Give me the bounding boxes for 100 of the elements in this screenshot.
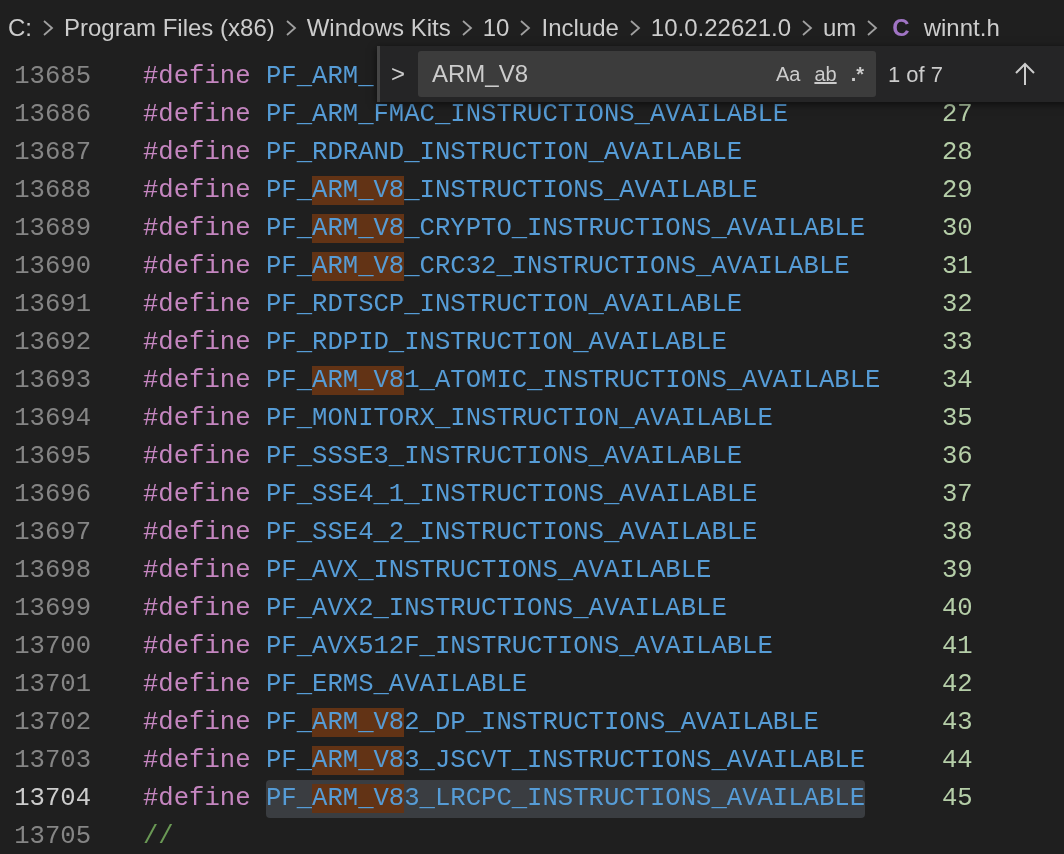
line-number: 13700 [13, 630, 91, 663]
code-keyword: #define [143, 288, 252, 321]
macro-name: PF_ARM_V8_INSTRUCTIONS_AVAILABLE [266, 174, 758, 207]
macro-name: PF_ARM_V81_ATOMIC_INSTRUCTIONS_AVAILABLE [266, 364, 881, 397]
breadcrumb-item[interactable]: Windows Kits [306, 10, 451, 46]
breadcrumb-item[interactable]: 10.0.22621.0 [650, 10, 791, 46]
search-text: ARM_V8 [432, 59, 530, 89]
code-keyword: #define [143, 250, 252, 283]
macro-value: 41 [942, 630, 973, 663]
macro-value: 28 [942, 136, 973, 169]
line-number: 13688 [13, 174, 91, 207]
code-keyword: #define [143, 212, 252, 245]
line-number: 13687 [13, 136, 91, 169]
chevron-icon [519, 18, 532, 38]
macro-value: 29 [942, 174, 973, 207]
option-toggle[interactable]: Aa [771, 59, 805, 89]
breadcrumb-item[interactable]: 10 [482, 10, 510, 46]
code-keyword: #define [143, 326, 252, 359]
macro-value: 31 [942, 250, 973, 283]
line-number: 13699 [13, 592, 91, 625]
macro-name: PF_AVX2_INSTRUCTIONS_AVAILABLE [266, 592, 727, 625]
macro-value: 40 [942, 592, 973, 625]
breadcrumb-item[interactable]: Include [541, 10, 619, 46]
line-number: 13697 [13, 516, 91, 549]
macro-name: PF_ARM_V83_JSCVT_INSTRUCTIONS_AVAILABLE [266, 744, 865, 777]
macro-name: PF_RDTSCP_INSTRUCTION_AVAILABLE [266, 288, 743, 321]
line-number: 13695 [13, 440, 91, 473]
macro-value: 35 [942, 402, 973, 435]
macro-name: PF_ARM_FMAC_INSTRUCTIONS_AVAILABLE [266, 98, 789, 131]
macro-name: PF_ARM_ [266, 60, 374, 93]
macro-value: 27 [942, 98, 973, 131]
chevron-icon [284, 18, 297, 38]
code-keyword: #define [143, 592, 252, 625]
chevron-icon [460, 18, 473, 38]
macro-value: 37 [942, 478, 973, 511]
breadcrumb-item[interactable]: winnt.h [923, 10, 1000, 46]
chevron-icon [628, 18, 641, 38]
code-keyword: #define [143, 478, 252, 511]
macro-name: PF_ARM_V8_CRC32_INSTRUCTIONS_AVAILABLE [266, 250, 850, 283]
search-field[interactable]: ARM_V8 Aa ab .* [418, 51, 876, 97]
line-number: 13696 [13, 478, 91, 511]
code-comment: // [143, 820, 174, 853]
macro-value: 38 [942, 516, 973, 549]
breadcrumb-item[interactable]: um [823, 10, 857, 46]
chevron-icon [866, 18, 879, 38]
code-keyword: #define [143, 668, 252, 701]
line-number: 13693 [13, 364, 91, 397]
line-number: 13694 [13, 402, 91, 435]
line-number: 13704 [13, 782, 91, 815]
c-file-icon: C [892, 10, 910, 46]
code-keyword: #define [143, 782, 252, 815]
code-keyword: #define [143, 60, 252, 93]
line-number: 13686 [13, 98, 91, 131]
code-keyword: #define [143, 402, 252, 435]
line-number: 13703 [13, 744, 91, 777]
line-number: 13692 [13, 326, 91, 359]
toggle-replace-button[interactable]: > [380, 56, 416, 92]
macro-name: PF_AVX_INSTRUCTIONS_AVAILABLE [266, 554, 712, 587]
line-number: 13698 [13, 554, 91, 587]
breadcrumb-item[interactable]: Program Files (x86) [64, 10, 275, 46]
code-keyword: #define [143, 554, 252, 587]
code-keyword: #define [143, 630, 252, 663]
line-number: 13691 [13, 288, 91, 321]
line-number: 13705 [13, 820, 91, 853]
macro-value: 45 [942, 782, 973, 815]
macro-name: PF_RDPID_INSTRUCTION_AVAILABLE [266, 326, 727, 359]
chevron-icon [801, 18, 813, 38]
macro-name: PF_ERMS_AVAILABLE [266, 668, 528, 701]
macro-value: 30 [942, 212, 973, 245]
macro-value: 39 [942, 554, 973, 587]
macro-value: 44 [942, 744, 973, 777]
option-toggle[interactable]: ab [810, 59, 841, 89]
code-keyword: #define [143, 744, 252, 777]
code-keyword: #define [143, 440, 252, 473]
macro-value: 42 [942, 668, 973, 701]
macro-name: PF_MONITORX_INSTRUCTION_AVAILABLE [266, 402, 773, 435]
macro-name: PF_AVX512F_INSTRUCTIONS_AVAILABLE [266, 630, 773, 663]
code-keyword: #define [143, 706, 252, 739]
chevron-icon [42, 18, 54, 38]
code-keyword: #define [143, 136, 252, 169]
code-keyword: #define [143, 98, 252, 131]
macro-name: PF_SSE4_1_INSTRUCTIONS_AVAILABLE [266, 478, 758, 511]
line-number: 13685 [13, 60, 91, 93]
option-toggle[interactable]: .* [846, 59, 868, 89]
macro-name: PF_ARM_V82_DP_INSTRUCTIONS_AVAILABLE [266, 706, 819, 739]
macro-name: PF_RDRAND_INSTRUCTION_AVAILABLE [266, 136, 743, 169]
match-count: 1 of 7 [888, 60, 944, 89]
macro-name: PF_ARM_V83_LRCPC_INSTRUCTIONS_AVAILABLE [266, 779, 865, 819]
macro-value: 36 [942, 440, 973, 473]
breadcrumb-item[interactable]: C: [8, 10, 32, 46]
line-number: 13702 [13, 706, 91, 739]
macro-name: PF_SSE4_2_INSTRUCTIONS_AVAILABLE [266, 516, 758, 549]
macro-value: 43 [942, 706, 973, 739]
line-number: 13701 [13, 668, 91, 701]
macro-name: PF_SSSE3_INSTRUCTIONS_AVAILABLE [266, 440, 743, 473]
macro-value: 32 [942, 288, 973, 321]
code-keyword: #define [143, 364, 252, 397]
line-number: 13690 [13, 250, 91, 283]
macro-value: 33 [942, 326, 973, 359]
code-keyword: #define [143, 174, 252, 207]
